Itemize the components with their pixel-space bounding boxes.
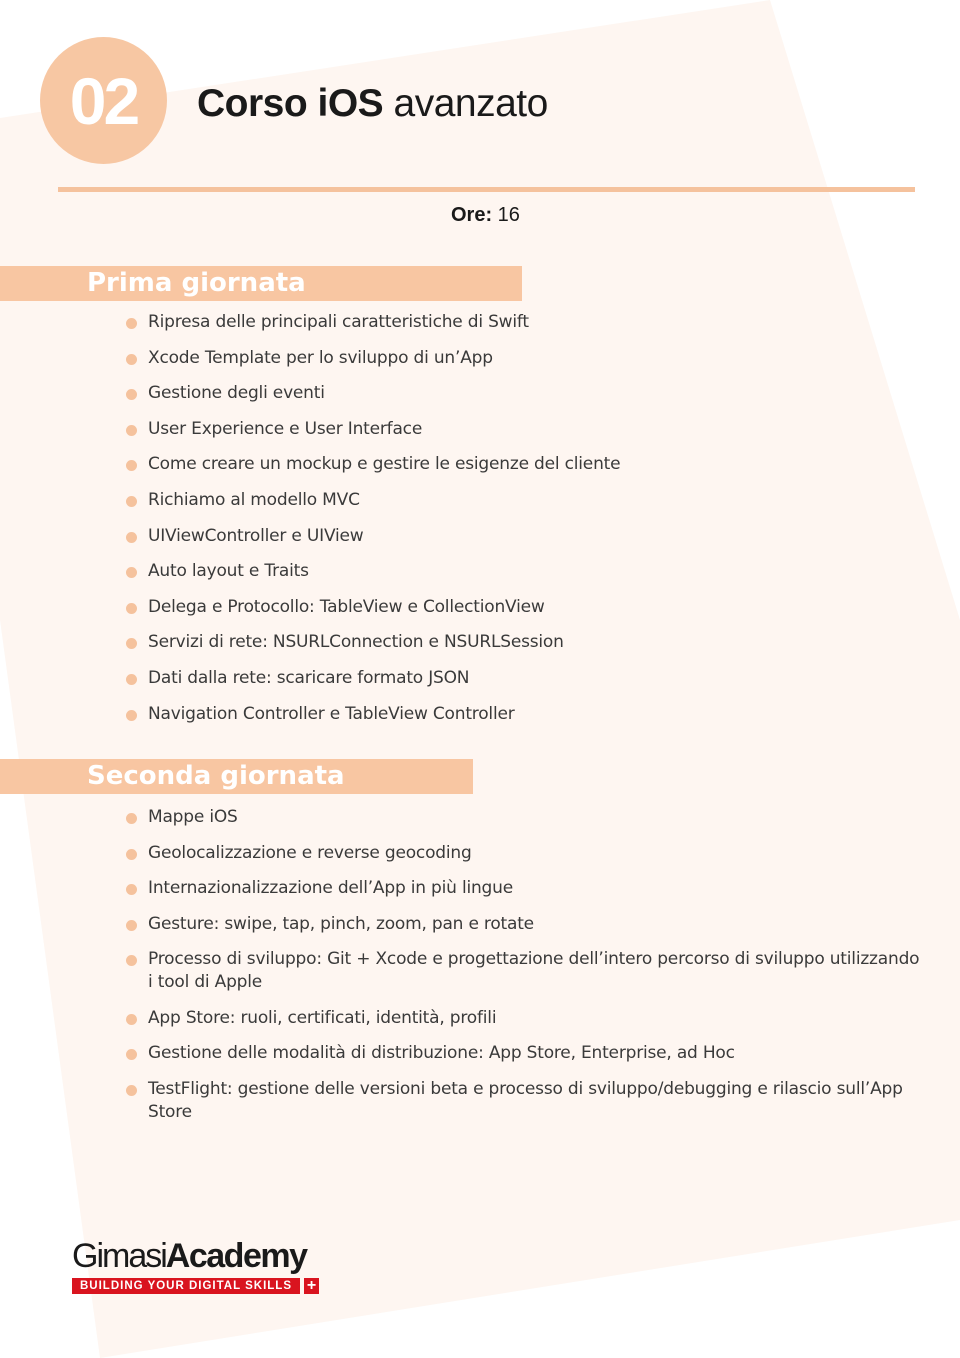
page-title: Corso iOS avanzato bbox=[197, 82, 548, 126]
gimasi-academy-logo: GimasiAcademy BUILDING YOUR DIGITAL SKIL… bbox=[72, 1238, 320, 1294]
list-item: Geolocalizzazione e reverse geocoding bbox=[126, 842, 926, 865]
list-item-text: Navigation Controller e TableView Contro… bbox=[148, 703, 515, 724]
logo-name-light: Gimasi bbox=[72, 1237, 168, 1275]
bullet-icon bbox=[126, 318, 137, 329]
list-item-text: Come creare un mockup e gestire le esige… bbox=[148, 454, 621, 475]
list-item: Gestione degli eventi bbox=[126, 382, 926, 405]
list-item-text: Processo di sviluppo: Git + Xcode e prog… bbox=[148, 949, 920, 992]
bullet-icon bbox=[126, 1084, 137, 1096]
list-item: Processo di sviluppo: Git + Xcode e prog… bbox=[126, 948, 926, 994]
bullet-icon bbox=[126, 389, 137, 401]
list-item-text: User Experience e User Interface bbox=[148, 418, 423, 439]
header-divider bbox=[58, 187, 915, 192]
list-item-text: Delega e Protocollo: TableView e Collect… bbox=[148, 596, 545, 617]
bullet-icon bbox=[126, 460, 137, 472]
section-header-day-2: Seconda giornata bbox=[0, 759, 473, 794]
bullet-icon bbox=[126, 1013, 137, 1025]
list-item-text: Dati dalla rete: scaricare formato JSON bbox=[148, 667, 470, 688]
title-bold: Corso iOS bbox=[197, 82, 384, 125]
list-item-text: UIViewController e UIView bbox=[148, 525, 364, 546]
hours-info: Ore: 16 bbox=[451, 204, 520, 227]
bullet-icon bbox=[126, 353, 137, 365]
section-header-day-1: Prima giornata bbox=[0, 266, 522, 301]
bullet-icon bbox=[126, 709, 137, 721]
list-item: Ripresa delle principali caratteristiche… bbox=[126, 311, 926, 334]
list-item: Richiamo al modello MVC bbox=[126, 489, 926, 512]
bullet-icon bbox=[126, 919, 137, 931]
title-light: avanzato bbox=[383, 82, 549, 125]
bullet-icon bbox=[126, 673, 137, 685]
course-number-badge: 02 bbox=[40, 37, 167, 164]
list-item-text: Auto layout e Traits bbox=[148, 561, 309, 582]
bullet-icon bbox=[126, 1049, 137, 1060]
topic-list-day-2: Mappe iOS Geolocalizzazione e reverse ge… bbox=[126, 806, 926, 1136]
hours-label: Ore: bbox=[451, 204, 493, 226]
list-item: Gesture: swipe, tap, pinch, zoom, pan e … bbox=[126, 913, 926, 936]
list-item: Mappe iOS bbox=[126, 806, 926, 829]
section-title: Prima giornata bbox=[87, 268, 306, 298]
list-item-text: Internazionalizzazione dell’App in più l… bbox=[148, 878, 513, 898]
list-item: Delega e Protocollo: TableView e Collect… bbox=[126, 596, 926, 619]
bullet-icon bbox=[126, 602, 137, 614]
list-item-text: TestFlight: gestione delle versioni beta… bbox=[148, 1078, 903, 1122]
list-item-text: Geolocalizzazione e reverse geocoding bbox=[148, 842, 472, 863]
list-item-text: Gesture: swipe, tap, pinch, zoom, pan e … bbox=[148, 913, 534, 934]
bullet-icon bbox=[126, 848, 137, 860]
list-item-text: Richiamo al modello MVC bbox=[148, 489, 360, 510]
list-item: Xcode Template per lo sviluppo di un’App bbox=[126, 347, 926, 370]
bullet-icon bbox=[126, 884, 137, 895]
list-item: Servizi di rete: NSURLConnection e NSURL… bbox=[126, 631, 926, 654]
list-item-text: Xcode Template per lo sviluppo di un’App bbox=[148, 347, 493, 368]
course-number: 02 bbox=[69, 63, 140, 138]
bullet-icon bbox=[126, 424, 137, 436]
bullet-icon bbox=[126, 955, 137, 966]
list-item: Dati dalla rete: scaricare formato JSON bbox=[126, 667, 926, 690]
list-item: App Store: ruoli, certificati, identità,… bbox=[126, 1007, 926, 1030]
bullet-icon bbox=[126, 567, 137, 579]
logo-tagline-row: BUILDING YOUR DIGITAL SKILLS + bbox=[72, 1278, 320, 1294]
list-item: Internazionalizzazione dell’App in più l… bbox=[126, 877, 926, 900]
list-item: UIViewController e UIView bbox=[126, 525, 926, 548]
list-item: Come creare un mockup e gestire le esige… bbox=[126, 453, 926, 476]
list-item-text: Ripresa delle principali caratteristiche… bbox=[148, 312, 529, 332]
logo-name-bold: Academy bbox=[165, 1237, 308, 1275]
list-item-text: Gestione delle modalità di distribuzione… bbox=[148, 1043, 735, 1063]
list-item-text: Servizi di rete: NSURLConnection e NSURL… bbox=[148, 632, 564, 653]
section-title: Seconda giornata bbox=[87, 761, 345, 791]
list-item: User Experience e User Interface bbox=[126, 418, 926, 441]
bullet-icon bbox=[126, 531, 137, 543]
list-item-text: Gestione degli eventi bbox=[148, 383, 325, 404]
list-item: Gestione delle modalità di distribuzione… bbox=[126, 1042, 926, 1065]
bullet-icon bbox=[126, 813, 137, 824]
bullet-icon bbox=[126, 495, 137, 507]
list-item: Auto layout e Traits bbox=[126, 560, 926, 583]
hours-value: 16 bbox=[492, 204, 520, 226]
topic-list-day-1: Ripresa delle principali caratteristiche… bbox=[126, 311, 926, 738]
swiss-cross-icon: + bbox=[304, 1278, 320, 1294]
list-item: Navigation Controller e TableView Contro… bbox=[126, 703, 926, 726]
list-item-text: Mappe iOS bbox=[148, 807, 238, 827]
list-item-text: App Store: ruoli, certificati, identità,… bbox=[148, 1007, 497, 1028]
logo-wordmark: GimasiAcademy bbox=[72, 1238, 319, 1274]
list-item: TestFlight: gestione delle versioni beta… bbox=[126, 1078, 926, 1124]
logo-tagline: BUILDING YOUR DIGITAL SKILLS bbox=[72, 1278, 301, 1294]
bullet-icon bbox=[126, 638, 137, 650]
